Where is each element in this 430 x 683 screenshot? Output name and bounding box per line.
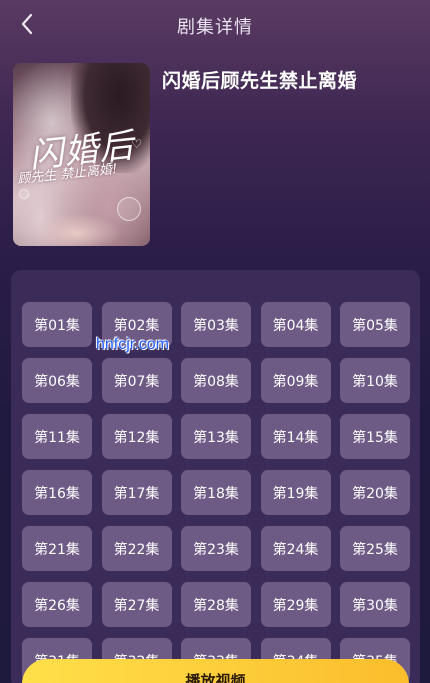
play-video-label: 播放视频 (185, 672, 246, 683)
episode-button[interactable]: 第11集 (22, 414, 92, 459)
episode-button[interactable]: 第25集 (340, 526, 410, 571)
episode-button[interactable]: 第26集 (22, 582, 92, 627)
poster-bubble (19, 189, 29, 199)
episode-button[interactable]: 第04集 (260, 302, 331, 347)
episode-button[interactable]: 第18集 (181, 470, 251, 515)
episode-button[interactable]: 第08集 (181, 358, 251, 403)
episode-button[interactable]: 第06集 (22, 358, 92, 403)
episode-button[interactable]: 第22集 (101, 526, 172, 571)
episode-button[interactable]: 第23集 (181, 526, 251, 571)
page-title: 剧集详情 (177, 17, 253, 38)
episode-button[interactable]: 第10集 (340, 358, 410, 403)
episode-button[interactable]: 第12集 (101, 414, 172, 459)
episode-button[interactable]: 第05集 (340, 302, 410, 347)
episode-button[interactable]: 第28集 (181, 582, 251, 627)
episode-button[interactable]: 第19集 (260, 470, 331, 515)
episode-button[interactable]: 第27集 (101, 582, 172, 627)
watermark-text: hnfcjr.com (96, 336, 169, 353)
episode-button[interactable]: 第20集 (340, 470, 410, 515)
episode-button[interactable]: 第14集 (260, 414, 331, 459)
episode-button[interactable]: 第29集 (260, 582, 331, 627)
episode-button[interactable]: 第17集 (101, 470, 172, 515)
episode-button[interactable]: 第30集 (340, 582, 410, 627)
poster-art-face (31, 213, 121, 246)
episode-button[interactable]: 第13集 (181, 414, 251, 459)
episode-button[interactable]: 第16集 (22, 470, 92, 515)
episode-button[interactable]: 第01集 (22, 302, 92, 347)
episode-button[interactable]: 第09集 (260, 358, 331, 403)
episode-button[interactable]: 第07集 (101, 358, 172, 403)
episode-button[interactable]: 第24集 (260, 526, 331, 571)
episode-panel: 第01集 第02集 第03集 第04集 第05集 第06集 第07集 第08集 第09集 第10集… (11, 270, 420, 683)
play-video-button[interactable]: 播放视频 (22, 659, 409, 683)
drama-poster[interactable]: 闪婚后 ♡ 顾先生 禁止离婚! (13, 63, 150, 246)
episode-button[interactable]: 第03集 (181, 302, 251, 347)
heart-icon: ♡ (131, 137, 142, 151)
episode-button[interactable]: 第15集 (340, 414, 410, 459)
episode-button[interactable]: 第21集 (22, 526, 92, 571)
poster-bubble (117, 197, 141, 221)
drama-title: 闪婚后顾先生禁止离婚 (162, 70, 358, 92)
top-bar: 剧集详情 (0, 0, 430, 50)
episode-grid: 第01集 第02集 第03集 第04集 第05集 第06集 第07集 第08集 第09集 第10集… (22, 302, 410, 683)
